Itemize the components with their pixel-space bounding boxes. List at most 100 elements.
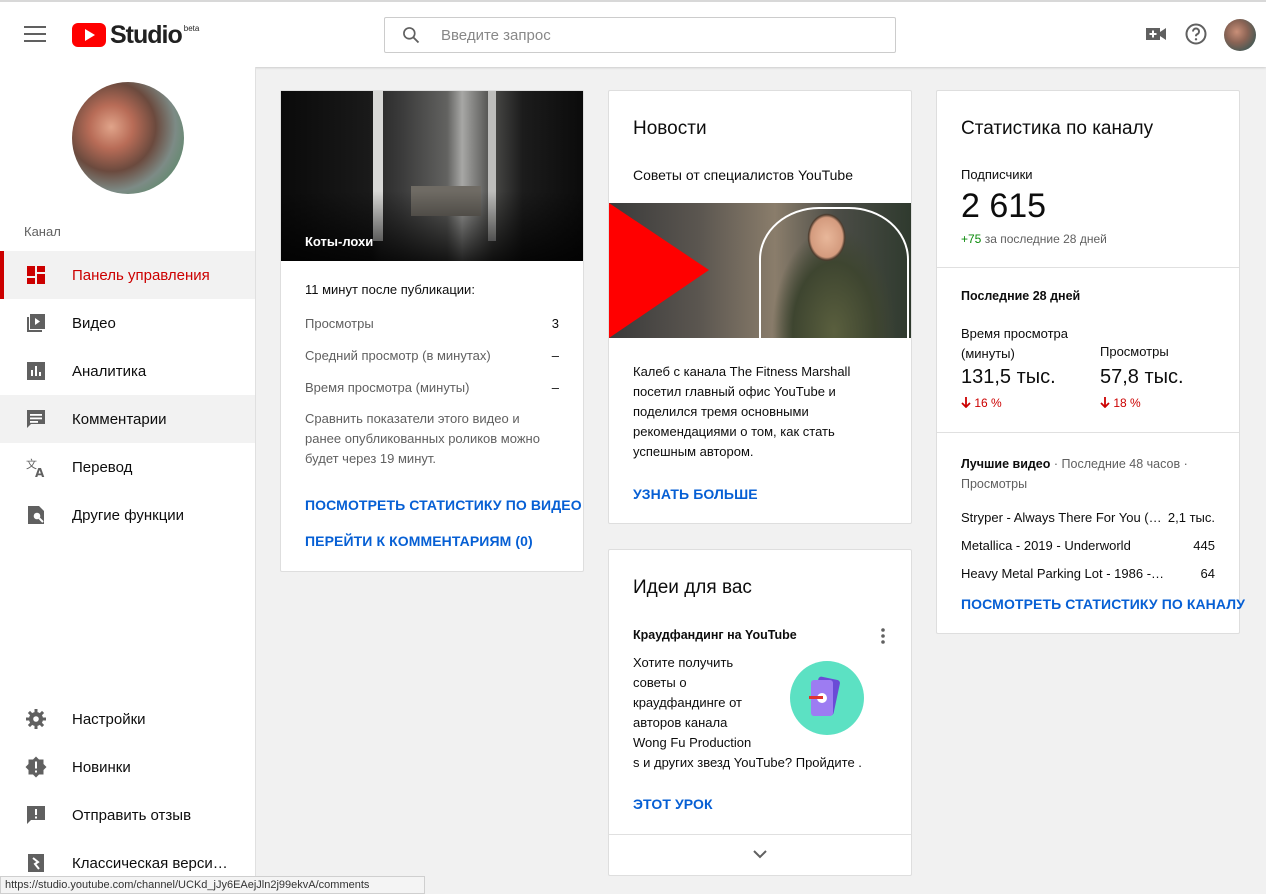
sidebar-item-comments[interactable]: Комментарии: [0, 395, 255, 443]
more-options-icon[interactable]: [873, 626, 893, 646]
list-item[interactable]: Stryper - Always There For You (… 2,1 ты…: [961, 510, 1215, 525]
this-lesson-link[interactable]: ЭТОТ УРОК: [633, 796, 713, 812]
arrow-down-icon: [1100, 397, 1110, 409]
top-video-views: 2,1 тыс.: [1167, 510, 1215, 525]
time-since-published: 11 минут после публикации:: [305, 282, 475, 297]
list-item[interactable]: Heavy Metal Parking Lot - 1986 -… 64: [961, 566, 1215, 581]
sidebar-item-label: Другие функции: [72, 506, 185, 524]
metric-label: Просмотры: [305, 316, 374, 331]
views-value: 57,8 тыс.: [1100, 366, 1184, 388]
subscribers-label: Подписчики: [961, 167, 1033, 182]
dashboard-icon: [27, 266, 45, 284]
help-icon[interactable]: [1184, 22, 1208, 46]
sidebar-item-label: Новинки: [72, 758, 131, 776]
arrow-down-icon: [961, 397, 971, 409]
latest-video-card: Коты-лохи 11 минут после публикации: Про…: [280, 90, 584, 572]
metric-value: –: [551, 380, 559, 395]
top-video-title: Metallica - 2019 - Underworld: [961, 538, 1131, 553]
metric-row-watch-time: Время просмотра (минуты) –: [305, 380, 559, 395]
svg-text:A: A: [35, 466, 45, 479]
crowdfunding-illustration-icon: [790, 661, 864, 735]
account-avatar[interactable]: [1224, 19, 1256, 51]
sidebar-item-label: Настройки: [72, 710, 146, 728]
subscribers-change: +75 за последние 28 дней: [961, 232, 1107, 246]
sidebar-item-label: Видео: [72, 314, 116, 332]
sidebar-item-videos[interactable]: Видео: [0, 299, 255, 347]
views-label: Просмотры: [1100, 344, 1169, 359]
top-video-views: 445: [1193, 538, 1215, 553]
search-input[interactable]: [441, 18, 881, 52]
sidebar-item-whats-new[interactable]: Новинки: [0, 743, 255, 791]
ideas-subtitle: Краудфандинг на YouTube: [633, 628, 797, 642]
top-videos-label: Лучшие видео: [961, 457, 1051, 471]
sidebar-item-label: Панель управления: [72, 266, 210, 284]
views-change: 18 %: [1100, 396, 1141, 410]
hamburger-menu-icon[interactable]: [24, 26, 46, 42]
classic-icon: [28, 854, 44, 872]
top-videos-period: · Последние 48 часов ·: [1053, 457, 1188, 471]
channel-avatar[interactable]: [72, 82, 184, 194]
news-subtitle: Советы от специалистов YouTube: [633, 167, 854, 183]
studio-logo[interactable]: Studio beta: [72, 20, 199, 49]
news-banner-image[interactable]: [609, 203, 911, 338]
metric-label: Время просмотра (минуты): [305, 380, 470, 395]
video-thumbnail[interactable]: Коты-лохи: [281, 91, 583, 261]
metric-value: 3: [551, 316, 559, 331]
video-icon: [27, 314, 45, 332]
sidebar-item-label: Классическая верси…: [72, 854, 228, 872]
channel-stats-title: Статистика по каналу: [961, 118, 1154, 139]
create-video-icon[interactable]: [1144, 22, 1168, 46]
learn-more-link[interactable]: УЗНАТЬ БОЛЬШЕ: [633, 486, 758, 502]
watch-time-value: 131,5 тыс.: [961, 366, 1056, 388]
top-video-title: Stryper - Always There For You (…: [961, 510, 1162, 525]
period-label: Последние 28 дней: [961, 289, 1081, 303]
chevron-down-icon[interactable]: [750, 844, 770, 864]
settings-icon: [26, 709, 46, 729]
compare-note: Сравнить показатели этого видео и ранее …: [305, 411, 540, 466]
ideas-title: Идеи для вас: [633, 577, 752, 598]
more-features-icon: [28, 506, 44, 524]
watch-time-label: Время просмотра (минуты): [961, 326, 1069, 361]
sidebar-item-dashboard[interactable]: Панель управления: [0, 251, 255, 299]
comments-icon: [27, 410, 45, 428]
channel-stats-card: Статистика по каналу Подписчики 2 615 +7…: [936, 90, 1245, 634]
view-video-stats-link[interactable]: ПОСМОТРЕТЬ СТАТИСТИКУ ПО ВИДЕО: [305, 497, 582, 513]
translate-icon: 文A: [26, 457, 45, 479]
sidebar-item-settings[interactable]: Настройки: [0, 695, 255, 743]
sidebar-item-label: Аналитика: [72, 362, 147, 380]
top-videos-metric: Просмотры: [961, 477, 1028, 491]
browser-status-url: https://studio.youtube.com/channel/UCKd_…: [0, 876, 425, 894]
ideas-card: Идеи для вас Краудфандинг на YouTube Хот…: [608, 549, 912, 876]
news-card: Новости Советы от специалистов YouTube К…: [608, 90, 912, 524]
logo-text: Studio: [110, 20, 183, 49]
view-channel-stats-link[interactable]: ПОСМОТРЕТЬ СТАТИСТИКУ ПО КАНАЛУ: [961, 596, 1245, 612]
sidebar-item-label: Комментарии: [72, 410, 167, 428]
watch-time-change: 16 %: [961, 396, 1002, 410]
sidebar-item-send-feedback[interactable]: Отправить отзыв: [0, 791, 255, 839]
feedback-icon: [27, 806, 45, 824]
sidebar-item-translations[interactable]: 文A Перевод: [0, 443, 255, 491]
metric-row-views: Просмотры 3: [305, 316, 559, 331]
sidebar-item-other-features[interactable]: Другие функции: [0, 491, 255, 539]
subscribers-delta: +75: [961, 232, 982, 246]
sidebar-item-label: Отправить отзыв: [72, 806, 192, 824]
video-title: Коты-лохи: [305, 234, 374, 249]
top-video-title: Heavy Metal Parking Lot - 1986 -…: [961, 566, 1165, 581]
go-to-comments-link[interactable]: ПЕРЕЙТИ К КОММЕНТАРИЯМ (0): [305, 533, 533, 549]
news-body: Калеб с канала The Fitness Marshall посе…: [633, 364, 851, 459]
list-item[interactable]: Metallica - 2019 - Underworld 445: [961, 538, 1215, 553]
channel-section-label: Канал: [24, 224, 61, 239]
active-indicator: [0, 251, 4, 299]
metric-label: Средний просмотр (в минутах): [305, 348, 491, 363]
whats-new-icon: [25, 756, 47, 778]
youtube-play-icon: [72, 23, 106, 47]
sidebar-item-analytics[interactable]: Аналитика: [0, 347, 255, 395]
search-box[interactable]: [384, 17, 896, 53]
top-video-views: 64: [1200, 566, 1215, 581]
subscribers-delta-note: за последние 28 дней: [984, 232, 1107, 246]
news-title: Новости: [633, 118, 707, 139]
sidebar-item-label: Перевод: [72, 458, 133, 476]
top-bar: Studio beta: [0, 0, 1266, 67]
metric-value: –: [551, 348, 559, 363]
subscribers-value: 2 615: [961, 187, 1047, 225]
